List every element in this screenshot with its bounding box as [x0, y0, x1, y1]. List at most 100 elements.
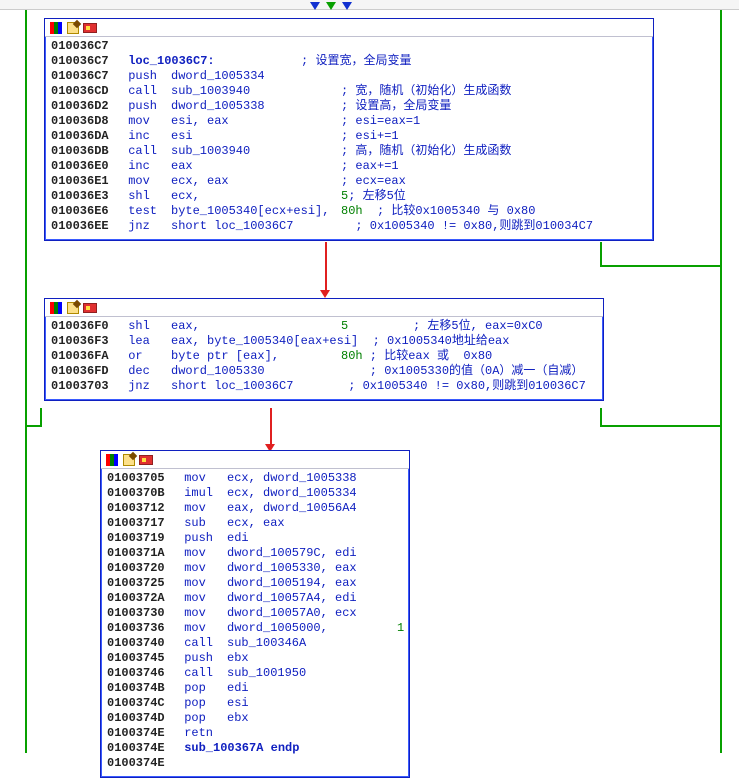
operands: esi [171, 129, 341, 144]
asm-line[interactable]: 01003712 moveax, dword_10056A4 [107, 501, 403, 516]
asm-line[interactable]: 010036E6 testbyte_1005340[ecx+esi], 80h … [51, 204, 647, 219]
mnemonic: push [121, 99, 171, 114]
comment: ; 设置高，全局变量 [341, 99, 647, 114]
flag-icon[interactable] [139, 453, 153, 467]
asm-line[interactable]: 0100374B popedi [107, 681, 403, 696]
asm-line[interactable]: 010036E3 shlecx, 5; 左移5位 [51, 189, 647, 204]
operands: short loc_10036C7 [171, 379, 341, 394]
asm-line[interactable]: 0100370B imulecx, dword_1005334 [107, 486, 403, 501]
asm-line[interactable]: 01003717 subecx, eax [107, 516, 403, 531]
asm-line[interactable]: 0100371A movdword_100579C, edi [107, 546, 403, 561]
immediate: 80h [341, 349, 363, 364]
basic-block-10036F0[interactable]: 010036F0 shleax, 5 ; 左移5位, eax=0xC001003… [44, 298, 604, 401]
address: 01003705 [107, 471, 177, 486]
operands: eax, byte_1005340[eax+esi] [171, 334, 358, 349]
asm-line[interactable]: 010036E0 inceax; eax+=1 [51, 159, 647, 174]
mnemonic: dec [121, 364, 171, 379]
asm-line[interactable]: 010036E1 movecx, eax; ecx=eax [51, 174, 647, 189]
asm-line[interactable]: 010036F0 shleax, 5 ; 左移5位, eax=0xC0 [51, 319, 597, 334]
address: 010036CD [51, 84, 121, 99]
address: 010036E3 [51, 189, 121, 204]
mnemonic [121, 39, 171, 54]
mnemonic: test [121, 204, 171, 219]
address: 010036EE [51, 219, 121, 234]
comment: ; 左移5位, eax=0xC0 [348, 319, 597, 334]
operands: sub_100346A [227, 636, 397, 651]
basic-block-10036C7[interactable]: 010036C7010036C7 loc_10036C7: ; 设置宽，全局变量… [44, 18, 654, 241]
asm-line[interactable]: 01003720 movdword_1005330, eax [107, 561, 403, 576]
asm-line[interactable]: 01003730 movdword_10057A0, ecx [107, 606, 403, 621]
asm-line[interactable]: 01003740 callsub_100346A [107, 636, 403, 651]
edit-icon[interactable] [122, 453, 136, 467]
asm-line[interactable]: 0100374E [107, 756, 403, 771]
comment: ; esi+=1 [341, 129, 647, 144]
asm-line[interactable]: 010036CD callsub_1003940; 宽，随机（初始化）生成函数 [51, 84, 647, 99]
mnemonic: inc [121, 129, 171, 144]
edit-icon[interactable] [66, 301, 80, 315]
address: 010036C7 [51, 54, 121, 69]
asm-line[interactable]: 0100372A movdword_10057A4, edi [107, 591, 403, 606]
flow-edge-false [270, 408, 272, 446]
operands: dword_10057A0, ecx [227, 606, 397, 621]
asm-line[interactable]: 010036EE jnzshort loc_10036C7 ; 0x100534… [51, 219, 647, 234]
asm-line[interactable]: 010036FA orbyte ptr [eax], 80h ; 比较eax 或… [51, 349, 597, 364]
asm-line[interactable]: 010036DA incesi; esi+=1 [51, 129, 647, 144]
asm-line[interactable]: 0100374E sub_100367A endp [107, 741, 403, 756]
asm-line[interactable]: 010036DB callsub_1003940; 高，随机（初始化）生成函数 [51, 144, 647, 159]
mnemonic: shl [121, 189, 171, 204]
asm-line[interactable]: 01003725 movdword_1005194, eax [107, 576, 403, 591]
operands: dword_1005000, [227, 621, 397, 636]
asm-line[interactable]: 0100374C popesi [107, 696, 403, 711]
comment: ; 设置宽，全局变量 [301, 54, 647, 69]
asm-line[interactable]: 010036C7 loc_10036C7: ; 设置宽，全局变量 [51, 54, 647, 69]
comment: ; 宽，随机（初始化）生成函数 [341, 84, 647, 99]
mnemonic [177, 756, 227, 771]
flow-edge [40, 408, 42, 426]
flow-marker [342, 2, 352, 10]
address: 0100370B [107, 486, 177, 501]
asm-line[interactable]: 01003705 movecx, dword_1005338 [107, 471, 403, 486]
asm-line[interactable]: 01003745 pushebx [107, 651, 403, 666]
basic-block-1003705[interactable]: 01003705 movecx, dword_10053380100370B i… [100, 450, 410, 778]
colors-icon[interactable] [49, 21, 63, 35]
flag-icon[interactable] [83, 301, 97, 315]
mnemonic: mov [177, 591, 227, 606]
asm-line[interactable]: 0100374D popebx [107, 711, 403, 726]
operands: byte ptr [eax], [171, 349, 341, 364]
asm-line[interactable]: 01003703 jnzshort loc_10036C7 ; 0x100534… [51, 379, 597, 394]
mnemonic: pop [177, 696, 227, 711]
asm-line[interactable]: 010036C7 [51, 39, 647, 54]
asm-line[interactable]: 010036D2 pushdword_1005338; 设置高，全局变量 [51, 99, 647, 114]
asm-line[interactable]: 010036D8 movesi, eax; esi=eax=1 [51, 114, 647, 129]
immediate: 80h [341, 204, 363, 219]
operands: byte_1005340[ecx+esi], [171, 204, 341, 219]
flag-icon[interactable] [83, 21, 97, 35]
asm-line[interactable]: 0100374E retn [107, 726, 403, 741]
mnemonic: mov [177, 561, 227, 576]
asm-line[interactable]: 010036F3 leaeax, byte_1005340[eax+esi] ;… [51, 334, 597, 349]
asm-line[interactable]: 01003746 callsub_1001950 [107, 666, 403, 681]
address: 010036FD [51, 364, 121, 379]
operands: ecx, eax [227, 516, 397, 531]
colors-icon[interactable] [49, 301, 63, 315]
asm-line[interactable]: 010036FD decdword_1005330 ; 0x1005330的值（… [51, 364, 597, 379]
mnemonic: jnz [121, 379, 171, 394]
graph-canvas[interactable]: 010036C7010036C7 loc_10036C7: ; 设置宽，全局变量… [0, 0, 739, 753]
address: 01003719 [107, 531, 177, 546]
asm-line[interactable]: 01003736 movdword_1005000, 1 [107, 621, 403, 636]
address: 0100374E [107, 741, 177, 756]
address: 010036C7 [51, 69, 121, 84]
mnemonic: call [121, 144, 171, 159]
mnemonic: retn [177, 726, 227, 741]
asm-line[interactable]: 01003719 pushedi [107, 531, 403, 546]
asm-line[interactable]: 010036C7 pushdword_1005334 [51, 69, 647, 84]
address: 0100372A [107, 591, 177, 606]
mnemonic: call [177, 636, 227, 651]
edit-icon[interactable] [66, 21, 80, 35]
address: 0100374E [107, 726, 177, 741]
mnemonic: imul [177, 486, 227, 501]
comment: ; 0x1005340 != 0x80,则跳到010034C7 [341, 219, 647, 234]
mnemonic: mov [177, 621, 227, 636]
colors-icon[interactable] [105, 453, 119, 467]
operands: dword_1005338 [171, 99, 341, 114]
